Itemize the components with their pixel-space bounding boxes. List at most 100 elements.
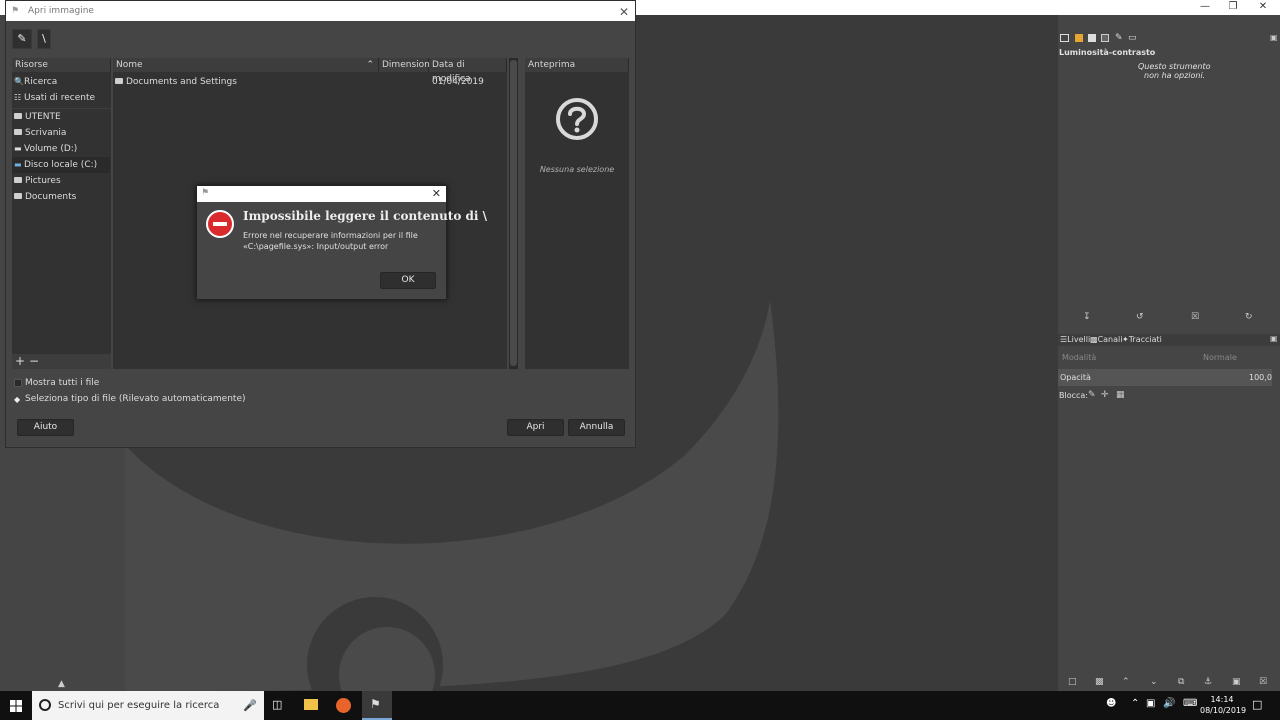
close-window-button[interactable]: ✕: [1248, 0, 1278, 15]
tab-channels[interactable]: ▩Canali: [1090, 335, 1122, 344]
error-dialog-titlebar: ⚑ ✕: [197, 186, 446, 202]
pattern-tab-icon[interactable]: [1088, 34, 1096, 42]
pencil-tab-icon[interactable]: ✎: [1115, 33, 1123, 43]
close-icon[interactable]: ✕: [619, 2, 629, 22]
column-header-size[interactable]: Dimensione: [379, 58, 435, 72]
anchor-layer-icon[interactable]: ⚓: [1204, 677, 1212, 687]
add-bookmark-icon[interactable]: +: [15, 354, 25, 368]
sidebar-item-search[interactable]: 🔍Ricerca: [12, 74, 110, 90]
restore-preset-icon[interactable]: ↺: [1136, 312, 1144, 322]
new-group-icon[interactable]: ▩: [1095, 677, 1104, 687]
places-header: Risorse: [12, 58, 111, 72]
raise-layer-icon[interactable]: ⌃: [1122, 677, 1130, 687]
task-view-icon[interactable]: ◫: [272, 698, 282, 711]
new-layer-icon[interactable]: □: [1068, 677, 1077, 687]
sidebar-item-label: Disco locale (C:): [24, 160, 98, 170]
scrollbar-thumb[interactable]: [510, 60, 517, 366]
search-icon: [39, 699, 51, 711]
tool-options-actions: ↧ ↺ ☒ ↻: [1058, 312, 1280, 326]
expander-icon[interactable]: ◆: [14, 395, 20, 404]
places-toolbar: + −: [12, 354, 111, 369]
reset-icon[interactable]: ↻: [1245, 312, 1253, 322]
path-root-button[interactable]: \: [37, 29, 51, 49]
windows-start-icon[interactable]: [10, 700, 22, 712]
error-icon: [206, 210, 234, 238]
column-header-modified[interactable]: Data di modifica: [429, 58, 507, 84]
sidebar-item-utente[interactable]: UTENTE: [12, 109, 110, 125]
document-tab-icon[interactable]: ▭: [1128, 33, 1137, 43]
delete-layer-icon[interactable]: ☒: [1259, 677, 1267, 687]
tab-layers[interactable]: ☰Livelli: [1060, 335, 1090, 344]
gimp-logo-icon: ⚑: [201, 188, 210, 198]
volume-icon[interactable]: 🔊: [1163, 698, 1175, 709]
select-file-type-expander[interactable]: Seleziona tipo di file (Rilevato automat…: [25, 394, 246, 404]
firefox-icon[interactable]: [336, 698, 351, 713]
right-dock: ✎ ▭ ▣ Luminosità-contrasto Questo strume…: [1058, 33, 1280, 691]
panel-menu-icon[interactable]: ▣: [1270, 33, 1278, 42]
keyboard-icon[interactable]: ⌨: [1183, 698, 1197, 709]
tab-channels-label: Canali: [1097, 335, 1123, 344]
close-icon[interactable]: ✕: [432, 186, 441, 202]
error-message: Errore nel recuperare informazioni per i…: [243, 231, 418, 251]
sidebar-item-recent[interactable]: ☷ Usati di recente: [12, 90, 110, 106]
microphone-icon[interactable]: 🎤: [243, 691, 257, 720]
clock[interactable]: 14:14 08/10/2019: [1200, 694, 1246, 716]
duplicate-layer-icon[interactable]: ⧉: [1178, 677, 1184, 687]
notifications-icon[interactable]: □: [1252, 698, 1262, 711]
ok-button[interactable]: OK: [380, 272, 436, 289]
sidebar-item-pictures[interactable]: Pictures: [12, 173, 110, 189]
network-icon[interactable]: ▣: [1146, 698, 1155, 709]
file-name: Documents and Settings: [126, 77, 237, 87]
file-name-cell: Documents and Settings: [115, 74, 237, 90]
font-tab-icon[interactable]: [1101, 34, 1109, 42]
sidebar-item-documents[interactable]: Documents: [12, 189, 110, 205]
recent-icon: ☷: [14, 93, 22, 102]
gimp-taskbar-button[interactable]: ⚑: [362, 691, 392, 720]
preview-header: Anteprima: [525, 58, 629, 72]
brush-tab-icon[interactable]: [1075, 34, 1083, 42]
error-title: Impossibile leggere il contenuto di \: [243, 209, 488, 223]
help-button[interactable]: Aiuto: [17, 419, 74, 436]
open-button[interactable]: Apri: [507, 419, 564, 436]
drive-icon: ▬: [14, 144, 22, 153]
restore-button[interactable]: ❐: [1218, 0, 1248, 15]
mode-select[interactable]: Normale: [1203, 353, 1237, 362]
opacity-slider[interactable]: Opacità 100,0: [1058, 369, 1272, 386]
show-all-files-checkbox[interactable]: [14, 379, 22, 387]
gimp-icon: ⚑: [370, 697, 381, 711]
type-location-button[interactable]: ✎: [12, 29, 32, 49]
layers-menu-icon[interactable]: ▣: [1270, 334, 1278, 343]
delete-preset-icon[interactable]: ☒: [1191, 312, 1199, 322]
sidebar-item-desktop[interactable]: Scrivania: [12, 125, 110, 141]
folder-icon: [14, 192, 22, 199]
table-row[interactable]: Documents and Settings 01/04/2019: [113, 74, 507, 90]
sidebar-item-label: Usati di recente: [24, 93, 96, 103]
sidebar-item-label: Scrivania: [25, 128, 67, 138]
tool-options-tab-icon[interactable]: [1060, 34, 1069, 42]
sidebar-item-volume-d[interactable]: ▬ Volume (D:): [12, 141, 110, 157]
clock-time: 14:14: [1210, 695, 1234, 704]
cancel-button[interactable]: Annulla: [568, 419, 625, 436]
tool-tabs: ✎ ▭ ▣: [1058, 33, 1280, 43]
lock-pixels-icon[interactable]: ✎: [1088, 390, 1096, 400]
lock-position-icon[interactable]: ✛: [1101, 390, 1109, 400]
export-icon[interactable]: ▲: [58, 679, 65, 689]
taskbar-search-box[interactable]: Scrivi qui per eseguire la ricerca 🎤: [32, 691, 264, 720]
tab-paths[interactable]: ✦Tracciati: [1122, 335, 1162, 344]
sidebar-item-label: Documents: [25, 192, 77, 202]
column-header-name[interactable]: Nome ⌃: [113, 58, 379, 72]
minimize-button[interactable]: —: [1190, 0, 1220, 15]
tab-layers-label: Livelli: [1067, 335, 1091, 344]
opacity-value: 100,0: [1249, 373, 1272, 382]
save-preset-icon[interactable]: ↧: [1083, 312, 1091, 322]
people-icon[interactable]: ☻: [1106, 698, 1116, 709]
tab-paths-label: Tracciati: [1128, 335, 1162, 344]
sidebar-item-disk-c[interactable]: ▬ Disco locale (C:): [12, 157, 110, 173]
mask-layer-icon[interactable]: ▣: [1232, 677, 1241, 687]
remove-bookmark-icon[interactable]: −: [29, 354, 39, 368]
file-explorer-icon[interactable]: [304, 699, 318, 710]
chevron-up-icon[interactable]: ⌃: [1131, 698, 1139, 709]
file-list-scrollbar[interactable]: [509, 58, 518, 369]
lower-layer-icon[interactable]: ⌄: [1150, 677, 1158, 687]
lock-alpha-icon[interactable]: ▦: [1116, 390, 1125, 400]
